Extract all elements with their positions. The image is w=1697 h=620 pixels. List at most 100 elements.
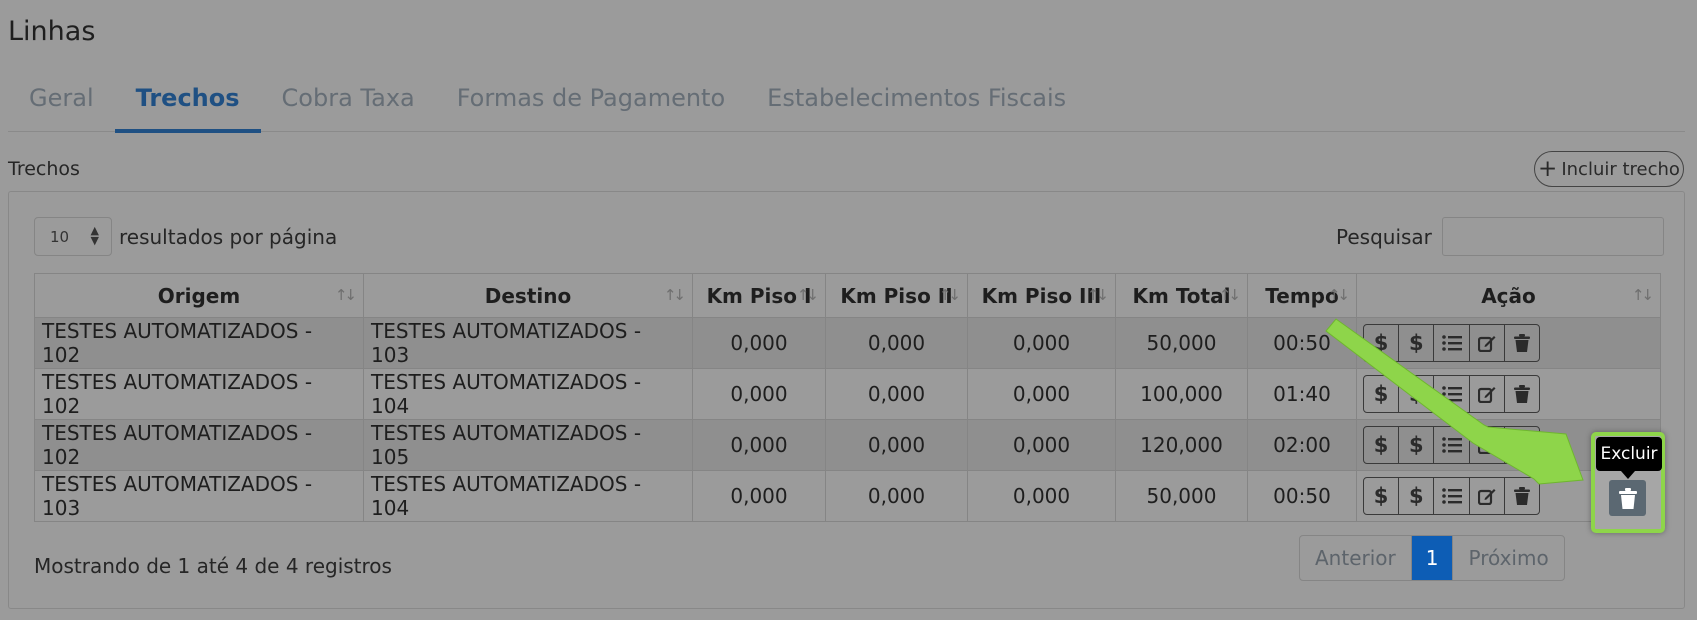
- dollar-icon: $: [1373, 331, 1389, 355]
- column-header-origem[interactable]: Origem ↑↓: [34, 273, 364, 318]
- edit-button[interactable]: [1470, 478, 1505, 514]
- trechos-table: Origem ↑↓ Destino ↑↓ Km Piso I ↑↓ Km Piso I…: [34, 273, 1661, 522]
- dollar-button[interactable]: $: [1399, 376, 1435, 412]
- add-trecho-button[interactable]: + Incluir trecho: [1534, 151, 1684, 187]
- table-cell: TESTES AUTOMATIZADOS - 104: [363, 368, 693, 420]
- next-page-button[interactable]: Próximo: [1452, 536, 1563, 580]
- search-control: Pesquisar: [1336, 217, 1664, 256]
- table-cell: 100,000: [1115, 368, 1248, 420]
- list-button[interactable]: [1434, 478, 1470, 514]
- trash-icon: [1513, 436, 1530, 454]
- dollar-button[interactable]: $: [1399, 478, 1435, 514]
- tooltip: Excluir: [1596, 437, 1662, 479]
- table-cell: TESTES AUTOMATIZADOS - 102: [34, 317, 364, 369]
- table-cell: TESTES AUTOMATIZADOS - 102: [34, 368, 364, 420]
- trash-icon: [1513, 334, 1530, 352]
- sort-icon: ↑↓: [796, 286, 819, 304]
- sort-icon: ↑↓: [1218, 286, 1241, 304]
- table-cell: 0,000: [825, 368, 968, 420]
- table-cell: 0,000: [825, 317, 968, 369]
- list-icon: [1441, 488, 1462, 504]
- table-cell: 0,000: [825, 419, 968, 471]
- table-cell: 0,000: [692, 470, 826, 522]
- table-cell: TESTES AUTOMATIZADOS - 105: [363, 419, 693, 471]
- table-cell: TESTES AUTOMATIZADOS - 103: [34, 470, 364, 522]
- table-row: TESTES AUTOMATIZADOS - 102 TESTES AUTOMAT…: [34, 419, 1661, 471]
- list-button[interactable]: [1434, 427, 1470, 463]
- dollar-button[interactable]: $: [1399, 325, 1435, 361]
- list-icon: [1441, 386, 1462, 402]
- column-header-km-piso-i[interactable]: Km Piso I ↑↓: [692, 273, 826, 318]
- tab-geral[interactable]: Geral: [8, 70, 115, 131]
- column-header-destino[interactable]: Destino ↑↓: [363, 273, 693, 318]
- dollar-button[interactable]: $: [1364, 376, 1400, 412]
- table-cell: 02:00: [1247, 419, 1357, 471]
- table-cell: 00:50: [1247, 470, 1357, 522]
- delete-button[interactable]: [1505, 478, 1539, 514]
- dollar-icon: $: [1373, 382, 1389, 406]
- edit-button[interactable]: [1470, 427, 1505, 463]
- tab-trechos[interactable]: Trechos: [114, 70, 261, 133]
- column-header-tempo[interactable]: Tempo ↑↓: [1247, 273, 1357, 318]
- trash-icon: [1618, 487, 1637, 509]
- action-button-group: $ $: [1363, 477, 1540, 515]
- list-button[interactable]: [1434, 325, 1470, 361]
- delete-button[interactable]: [1505, 325, 1539, 361]
- table-header-row: Origem ↑↓ Destino ↑↓ Km Piso I ↑↓ Km Piso I…: [34, 273, 1661, 318]
- edit-button[interactable]: [1470, 376, 1505, 412]
- dollar-icon: $: [1373, 484, 1389, 508]
- list-button[interactable]: [1434, 376, 1470, 412]
- table-cell: TESTES AUTOMATIZADOS - 104: [363, 470, 693, 522]
- dollar-icon: $: [1408, 382, 1424, 406]
- trash-icon: [1513, 385, 1530, 403]
- edit-icon: [1477, 334, 1496, 352]
- delete-button[interactable]: [1505, 427, 1539, 463]
- delete-button-focused[interactable]: [1609, 480, 1646, 516]
- tab-estabelecimentos-fiscais[interactable]: Estabelecimentos Fiscais: [746, 70, 1087, 131]
- trash-icon: [1513, 487, 1530, 505]
- table-cell: 0,000: [967, 470, 1116, 522]
- prev-page-button[interactable]: Anterior: [1300, 536, 1412, 580]
- sort-arrows-icon: ▲ ▼: [90, 224, 99, 247]
- table-cell: 0,000: [692, 419, 826, 471]
- table-cell: 50,000: [1115, 317, 1248, 369]
- table-row: TESTES AUTOMATIZADOS - 102 TESTES AUTOMAT…: [34, 317, 1661, 369]
- dollar-icon: $: [1408, 331, 1424, 355]
- sort-icon: ↑↓: [1327, 286, 1350, 304]
- column-header-km-piso-iii[interactable]: Km Piso III ↑↓: [967, 273, 1116, 318]
- page-size-select[interactable]: 10 ▲ ▼: [34, 217, 112, 256]
- add-trecho-label: Incluir trecho: [1561, 158, 1680, 180]
- page-size-label: resultados por página: [119, 224, 338, 249]
- trechos-panel: 10 ▲ ▼ resultados por página Pesquisar Or…: [8, 191, 1685, 609]
- table-cell: 0,000: [967, 419, 1116, 471]
- tab-cobra-taxa[interactable]: Cobra Taxa: [261, 70, 436, 131]
- table-cell: 0,000: [692, 368, 826, 420]
- page-size-value: 10: [50, 227, 70, 246]
- table-row: TESTES AUTOMATIZADOS - 103 TESTES AUTOMAT…: [34, 470, 1661, 522]
- table-cell: 0,000: [692, 317, 826, 369]
- column-header-km-total[interactable]: Km Total ↑↓: [1115, 273, 1248, 318]
- dollar-icon: $: [1408, 433, 1424, 457]
- action-button-group: $ $: [1363, 375, 1540, 413]
- dollar-button[interactable]: $: [1364, 427, 1400, 463]
- pagination: Anterior 1 Próximo: [1299, 535, 1565, 581]
- search-input[interactable]: [1441, 217, 1664, 256]
- edit-icon: [1477, 385, 1496, 403]
- dollar-button[interactable]: $: [1399, 427, 1435, 463]
- sort-icon: ↑↓: [334, 286, 357, 304]
- dollar-button[interactable]: $: [1364, 478, 1400, 514]
- delete-button[interactable]: [1505, 376, 1539, 412]
- page-1-button[interactable]: 1: [1411, 536, 1453, 580]
- page-title: Linhas: [8, 16, 96, 47]
- column-header-acao[interactable]: Ação ↑↓: [1356, 273, 1661, 318]
- edit-button[interactable]: [1470, 325, 1505, 361]
- table-cell: 0,000: [967, 368, 1116, 420]
- action-cell: $ $: [1356, 368, 1661, 420]
- table-cell: 120,000: [1115, 419, 1248, 471]
- edit-icon: [1477, 436, 1496, 454]
- dollar-button[interactable]: $: [1364, 325, 1400, 361]
- edit-icon: [1477, 487, 1496, 505]
- tab-formas-de-pagamento[interactable]: Formas de Pagamento: [436, 70, 746, 131]
- column-header-km-piso-ii[interactable]: Km Piso II ↑↓: [825, 273, 968, 318]
- sort-icon: ↑↓: [938, 286, 961, 304]
